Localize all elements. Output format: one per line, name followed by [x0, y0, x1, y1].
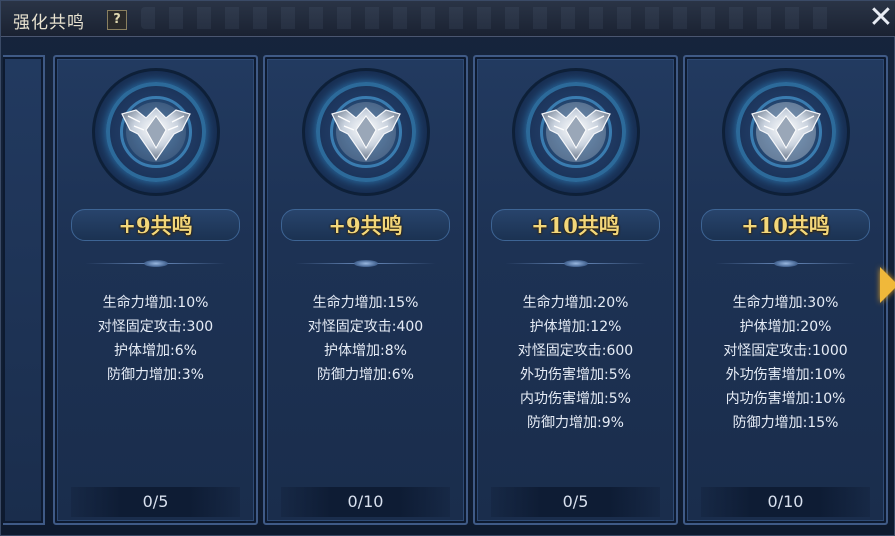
- resonance-level-label: +10共鸣: [531, 213, 620, 238]
- stat-line: 防御力增加:3%: [107, 367, 204, 383]
- stat-line: 内功伤害增加:5%: [520, 391, 631, 407]
- stats-list: 生命力增加:10% 对怪固定攻击:300 护体增加:6% 防御力增加:3%: [55, 291, 256, 387]
- stat-line: 防御力增加:9%: [527, 415, 624, 431]
- stat-line: 生命力增加:10%: [102, 295, 209, 311]
- stat-line: 防御力增加:15%: [732, 415, 839, 431]
- resonance-level-label: +10共鸣: [741, 213, 830, 238]
- divider-ornament: [143, 260, 168, 267]
- progress-counter: 0/10: [281, 487, 450, 517]
- progress-counter: 0/5: [491, 487, 660, 517]
- chevron-right-icon[interactable]: [880, 267, 895, 303]
- resonance-level-plate: +10共鸣: [701, 209, 870, 241]
- divider-ornament: [563, 260, 588, 267]
- stat-line: 对怪固定攻击:1000: [723, 343, 848, 359]
- resonance-card[interactable]: +10共鸣 生命力增加:30% 护体增加:20% 对怪固定攻击:1000 外功伤害增加…: [683, 55, 888, 525]
- stat-line: 护体增加:12%: [529, 319, 622, 335]
- help-icon[interactable]: ?: [107, 10, 127, 30]
- stats-list: 生命力增加:15% 对怪固定攻击:400 护体增加:8% 防御力增加:6%: [265, 291, 466, 387]
- winged-shield-emblem-icon: [330, 102, 401, 162]
- resonance-level-label: +9共鸣: [118, 213, 193, 238]
- stat-line: 外功伤害增加:10%: [725, 367, 846, 383]
- resonance-level-plate: +9共鸣: [71, 209, 240, 241]
- emblem: [291, 67, 441, 197]
- stats-list: 生命力增加:30% 护体增加:20% 对怪固定攻击:1000 外功伤害增加:10% 内功…: [685, 291, 886, 435]
- resonance-card[interactable]: +9共鸣 生命力增加:15% 对怪固定攻击:400 护体增加:8% 防御力增加:6% …: [263, 55, 468, 525]
- previous-card-edge[interactable]: [3, 55, 45, 525]
- stat-line: 外功伤害增加:5%: [520, 367, 631, 383]
- stat-line: 生命力增加:15%: [312, 295, 419, 311]
- divider-ornament: [773, 260, 798, 267]
- resonance-window: 强化共鸣 ? ✕ +9共鸣 生命力增加:10% 对怪固定攻击:300 护体增加:…: [0, 0, 895, 536]
- emblem: [501, 67, 651, 197]
- winged-shield-emblem-icon: [750, 102, 821, 162]
- stat-line: 护体增加:20%: [739, 319, 832, 335]
- stat-line: 生命力增加:30%: [732, 295, 839, 311]
- window-title: 强化共鸣: [13, 13, 85, 33]
- emblem: [711, 67, 861, 197]
- stat-line: 护体增加:6%: [114, 343, 197, 359]
- progress-counter: 0/10: [701, 487, 870, 517]
- stats-list: 生命力增加:20% 护体增加:12% 对怪固定攻击:600 外功伤害增加:5% 内功伤害…: [475, 291, 676, 435]
- stat-line: 对怪固定攻击:400: [307, 319, 424, 335]
- stat-line: 生命力增加:20%: [522, 295, 629, 311]
- cards-container: +9共鸣 生命力增加:10% 对怪固定攻击:300 护体增加:6% 防御力增加:3% …: [3, 41, 895, 536]
- close-icon[interactable]: ✕: [868, 3, 894, 33]
- stat-line: 护体增加:8%: [324, 343, 407, 359]
- stat-line: 对怪固定攻击:300: [97, 319, 214, 335]
- resonance-level-label: +9共鸣: [328, 213, 403, 238]
- resonance-level-plate: +10共鸣: [491, 209, 660, 241]
- stat-line: 内功伤害增加:10%: [725, 391, 846, 407]
- progress-counter: 0/5: [71, 487, 240, 517]
- stat-line: 对怪固定攻击:600: [517, 343, 634, 359]
- resonance-level-plate: +9共鸣: [281, 209, 450, 241]
- winged-shield-emblem-icon: [120, 102, 191, 162]
- stat-line: 防御力增加:6%: [317, 367, 414, 383]
- winged-shield-emblem-icon: [540, 102, 611, 162]
- resonance-card[interactable]: +10共鸣 生命力增加:20% 护体增加:12% 对怪固定攻击:600 外功伤害增加:…: [473, 55, 678, 525]
- titlebar: 强化共鸣 ? ✕: [1, 1, 895, 37]
- resonance-card[interactable]: +9共鸣 生命力增加:10% 对怪固定攻击:300 护体增加:6% 防御力增加:3% …: [53, 55, 258, 525]
- emblem: [81, 67, 231, 197]
- divider-ornament: [353, 260, 378, 267]
